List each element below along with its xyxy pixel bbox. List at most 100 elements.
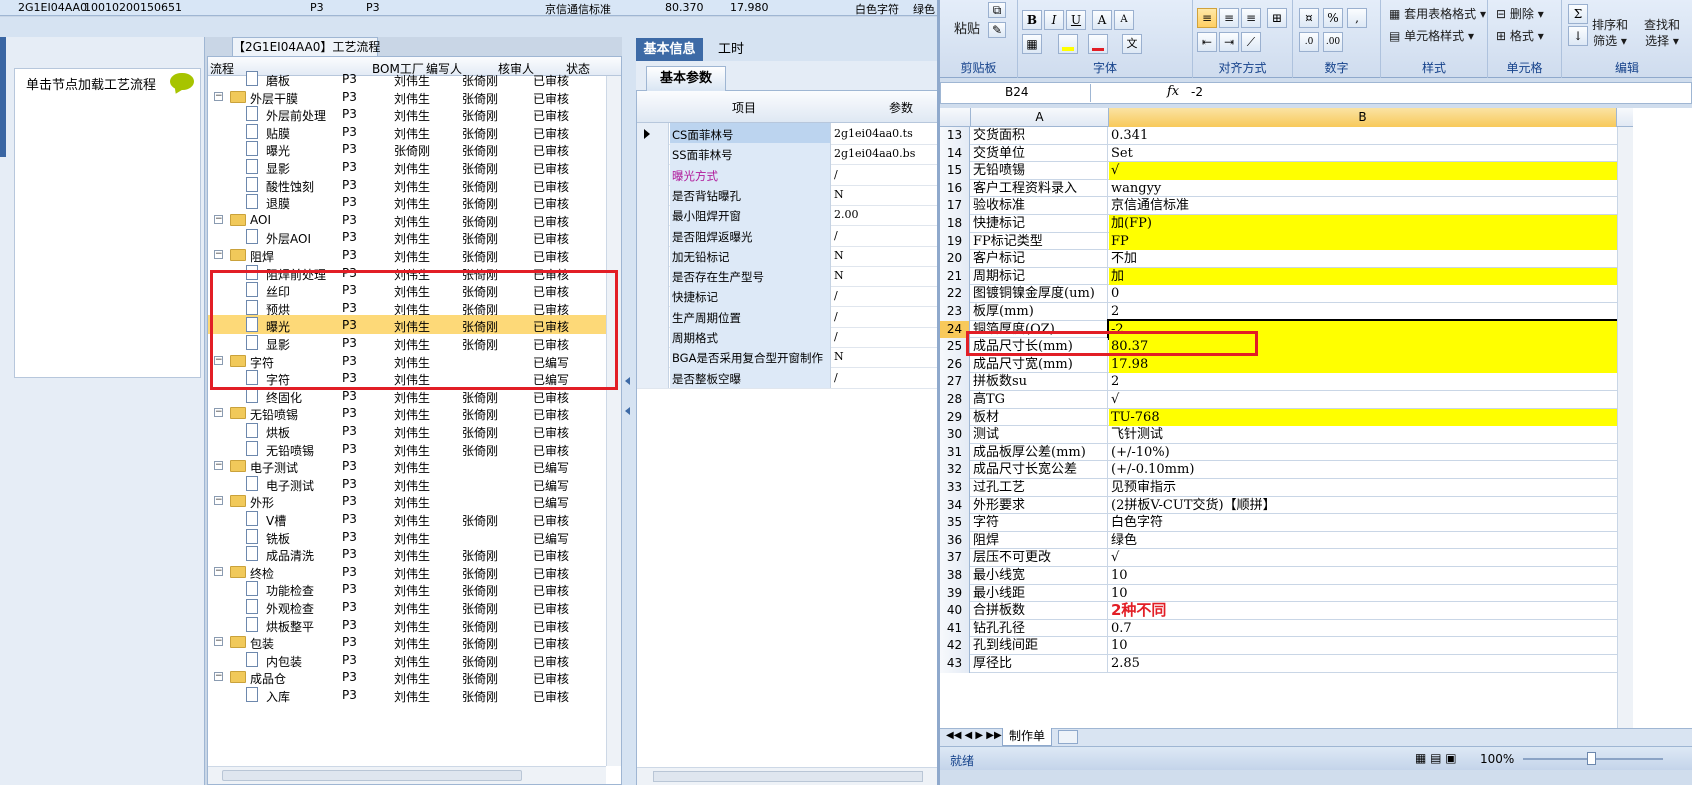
merge-button[interactable]: ⊞ — [1267, 8, 1287, 28]
cell-b[interactable]: TU-768 — [1109, 408, 1617, 427]
row-number[interactable]: 16 — [940, 179, 970, 198]
font-color-button[interactable] — [1088, 34, 1108, 54]
tab-basic-params[interactable]: 基本参数 — [646, 66, 726, 91]
param-value[interactable]: / — [834, 168, 838, 181]
tree-row[interactable]: 外层前处理 P3 刘伟生 张倚刚 已审核 — [208, 104, 606, 123]
col-header-b[interactable]: B — [1109, 108, 1617, 127]
decrease-indent-button[interactable]: ⇤ — [1197, 32, 1217, 52]
row-number[interactable]: 29 — [940, 408, 970, 427]
row-number[interactable]: 14 — [940, 144, 970, 163]
tree-row[interactable]: 显影 P3 刘伟生 张倚刚 已审核 — [208, 157, 606, 176]
align-left-button[interactable]: ≡ — [1197, 8, 1217, 28]
sum-button[interactable]: Σ — [1568, 4, 1588, 24]
name-box[interactable]: B24 — [943, 84, 1091, 102]
cell-a[interactable]: 合拼板数 — [971, 602, 1108, 620]
italic-button[interactable]: I — [1044, 10, 1064, 30]
tree-row[interactable]: 入库 P3 刘伟生 张倚刚 已审核 — [208, 685, 606, 704]
phonetic-button[interactable]: 文 — [1122, 34, 1142, 54]
format-painter-icon[interactable]: ✎ — [988, 22, 1006, 38]
row-selector[interactable] — [637, 285, 669, 307]
cell-b[interactable]: 10 — [1109, 637, 1617, 655]
cell-a[interactable]: 层压不可更改 — [971, 549, 1108, 567]
format-cells-button[interactable]: ⊞ 格式 ▾ — [1496, 27, 1544, 44]
cell-a[interactable]: 板厚(mm) — [971, 303, 1108, 321]
tree-row[interactable]: 退膜 P3 刘伟生 张倚刚 已审核 — [208, 192, 606, 211]
cell-b[interactable]: 0.341 — [1109, 127, 1617, 145]
zoom-level[interactable]: 100% — [1480, 752, 1514, 766]
increase-indent-button[interactable]: ⇥ — [1219, 32, 1239, 52]
row-number[interactable]: 30 — [940, 426, 970, 444]
param-hscroll-thumb[interactable] — [653, 771, 923, 782]
param-row[interactable]: 加无铅标记 N — [637, 244, 941, 267]
param-value[interactable]: N — [834, 249, 844, 262]
cell-b[interactable]: 绿色 — [1109, 532, 1617, 550]
row-selector[interactable] — [637, 346, 669, 368]
row-number[interactable]: 22 — [940, 285, 970, 303]
param-row[interactable]: 周期格式 / — [637, 326, 941, 348]
cell-a[interactable]: 图镀铜镍金厚度(um) — [971, 285, 1108, 303]
cell-a[interactable]: 钻孔孔径 — [971, 619, 1108, 638]
tree-row[interactable]: 功能检查 P3 刘伟生 张倚刚 已审核 — [208, 579, 606, 598]
cell-a[interactable]: 客户标记 — [971, 250, 1108, 268]
comma-button[interactable]: , — [1347, 8, 1367, 28]
tree-row[interactable]: 无铅喷锡 P3 刘伟生 张倚刚 已审核 — [208, 439, 606, 458]
row-number[interactable]: 34 — [940, 496, 970, 515]
row-selector[interactable] — [637, 143, 669, 165]
tree-row[interactable]: − 包装 P3 刘伟生 张倚刚 已审核 — [208, 632, 606, 651]
tree-row[interactable]: 烘板 P3 刘伟生 张倚刚 已审核 — [208, 421, 606, 440]
expand-toggle-icon[interactable]: − — [214, 566, 223, 576]
cell-b[interactable]: 2.85 — [1109, 655, 1617, 673]
cell-a[interactable]: FP标记类型 — [971, 232, 1108, 251]
load-flow-hint[interactable]: 单击节点加载工艺流程 — [26, 74, 156, 93]
row-number[interactable]: 42 — [940, 637, 970, 655]
cell-b[interactable]: 2 — [1109, 303, 1617, 321]
param-value[interactable]: N — [834, 188, 844, 201]
row-number[interactable]: 35 — [940, 514, 970, 532]
cell-b[interactable]: 2种不同 — [1109, 602, 1617, 620]
param-row[interactable]: 快捷标记 / — [637, 285, 941, 308]
expand-toggle-icon[interactable]: − — [214, 461, 223, 471]
collapse-arrow-icon[interactable] — [625, 377, 630, 385]
tree-row[interactable]: − 终检 P3 刘伟生 张倚刚 已审核 — [208, 562, 606, 581]
cell-b[interactable]: (2拼板V-CUT交货)【顺拼】 — [1109, 497, 1617, 515]
align-right-button[interactable]: ≡ — [1241, 8, 1261, 28]
tree-horizontal-scrollbar[interactable] — [208, 766, 606, 784]
border-button[interactable]: ▦ — [1022, 34, 1042, 54]
row-selector[interactable] — [637, 265, 669, 287]
row-number[interactable]: 39 — [940, 584, 970, 603]
sheet-vertical-scrollbar[interactable] — [1617, 127, 1633, 728]
expand-toggle-icon[interactable]: − — [214, 672, 223, 682]
sort-filter-button[interactable]: 排序和 筛选 ▾ — [1592, 17, 1628, 49]
row-selector[interactable] — [637, 326, 669, 347]
tree-row[interactable]: − 电子测试 P3 刘伟生 已编写 — [208, 456, 606, 475]
tree-row[interactable]: 电子测试 P3 刘伟生 已编写 — [208, 474, 606, 493]
row-number[interactable]: 36 — [940, 531, 970, 550]
fill-color-button[interactable] — [1058, 34, 1078, 54]
cell-a[interactable]: 成品尺寸宽(mm) — [971, 355, 1108, 374]
cell-b[interactable]: 加 — [1109, 267, 1617, 286]
cell-b[interactable]: 不加 — [1109, 250, 1617, 268]
cell-a[interactable]: 周期标记 — [971, 267, 1108, 286]
cell-a[interactable]: 外形要求 — [971, 496, 1108, 515]
cell-b[interactable]: 2 — [1109, 373, 1617, 391]
row-selector[interactable] — [637, 305, 669, 327]
row-number[interactable]: 20 — [940, 250, 970, 268]
row-number[interactable]: 21 — [940, 267, 970, 286]
row-number[interactable]: 18 — [940, 215, 970, 233]
cell-b[interactable]: 见预审指示 — [1109, 479, 1617, 497]
cell-a[interactable]: 无铅喷锡 — [971, 162, 1108, 180]
tree-row[interactable]: V槽 P3 刘伟生 张倚刚 已审核 — [208, 509, 606, 528]
tree-row[interactable]: 外层AOI P3 刘伟生 张倚刚 已审核 — [208, 227, 606, 246]
col-item[interactable]: 项目 — [732, 99, 756, 116]
fx-icon[interactable]: fx — [1167, 84, 1179, 99]
param-row[interactable]: 是否整板空曝 / — [637, 366, 941, 389]
param-row[interactable]: CS面菲林号 2g1ei04aa0.ts — [637, 123, 941, 145]
increase-decimal-button[interactable]: .0 — [1299, 32, 1319, 52]
find-select-button[interactable]: 查找和 选择 ▾ — [1644, 17, 1680, 49]
cell-a[interactable]: 高TG — [971, 391, 1108, 409]
fill-button[interactable]: ↓ — [1568, 26, 1588, 46]
decrease-decimal-button[interactable]: .00 — [1323, 32, 1343, 52]
row-number[interactable]: 15 — [940, 162, 970, 180]
row-selector[interactable] — [637, 183, 669, 205]
row-number[interactable]: 28 — [940, 391, 970, 409]
